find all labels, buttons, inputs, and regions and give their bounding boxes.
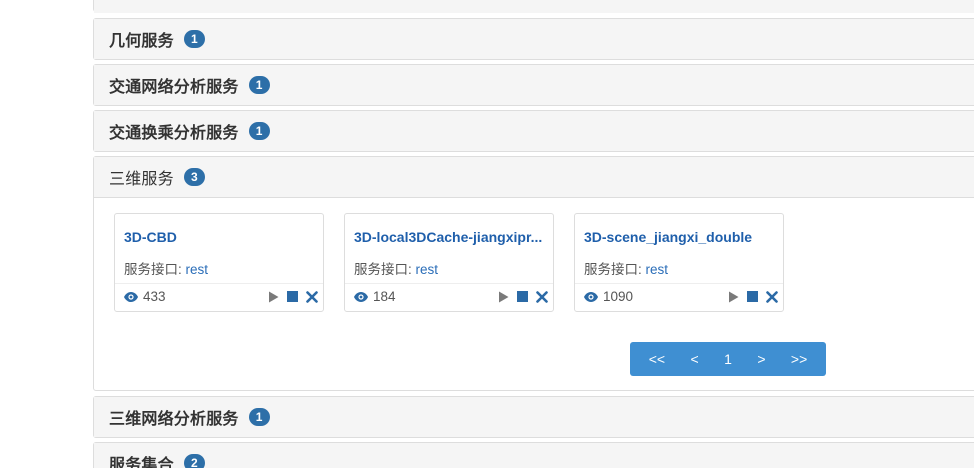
view-count-value: 433 xyxy=(143,289,166,304)
close-icon[interactable] xyxy=(305,290,318,303)
view-count: 184 xyxy=(354,289,396,304)
panel-title: 交通换乘分析服务 xyxy=(109,125,239,142)
card-footer: 1090 xyxy=(575,283,783,312)
panel-title: 三维网络分析服务 xyxy=(109,411,239,428)
panel-traffic-network: 交通网络分析服务 1 xyxy=(93,64,974,106)
panel-heading-service-collection[interactable]: 服务集合 2 xyxy=(94,443,974,468)
panel-top-partial xyxy=(93,0,974,13)
panel-service-collection: 服务集合 2 xyxy=(93,442,974,468)
card-footer: 184 xyxy=(345,283,553,312)
interface-link[interactable]: rest xyxy=(186,262,209,277)
panel-heading-traffic-network[interactable]: 交通网络分析服务 1 xyxy=(94,65,974,105)
card-actions xyxy=(497,290,548,303)
view-count-value: 184 xyxy=(373,289,396,304)
service-name-link[interactable]: 3D-CBD xyxy=(124,229,314,245)
service-card: 3D-CBD 服务接口: rest 433 xyxy=(114,213,324,312)
card-footer: 433 xyxy=(115,283,323,312)
panel-geometry: 几何服务 1 xyxy=(93,18,974,60)
stop-icon[interactable] xyxy=(286,290,299,303)
service-interface: 服务接口: rest xyxy=(584,258,668,278)
panel-title: 服务集合 xyxy=(109,457,174,468)
stop-icon[interactable] xyxy=(746,290,759,303)
panel-3d-network: 三维网络分析服务 1 xyxy=(93,396,974,438)
eye-icon xyxy=(354,291,368,302)
service-name-link[interactable]: 3D-scene_jiangxi_double xyxy=(584,229,774,245)
panel-title: 几何服务 xyxy=(109,33,174,50)
close-icon[interactable] xyxy=(765,290,778,303)
interface-label: 服务接口: xyxy=(584,262,642,277)
service-name-link[interactable]: 3D-local3DCache-jiangxipr... xyxy=(354,229,544,245)
eye-icon xyxy=(124,291,138,302)
close-icon[interactable] xyxy=(535,290,548,303)
play-icon[interactable] xyxy=(497,290,510,303)
page-first-button[interactable]: << xyxy=(644,349,670,369)
eye-icon xyxy=(584,291,598,302)
play-icon[interactable] xyxy=(267,290,280,303)
card-actions xyxy=(727,290,778,303)
interface-label: 服务接口: xyxy=(354,262,412,277)
service-card: 3D-scene_jiangxi_double 服务接口: rest 1090 xyxy=(574,213,784,312)
page-last-button[interactable]: >> xyxy=(786,349,812,369)
panel-body-3d: 3D-CBD 服务接口: rest 433 3D-local3DCache-ji… xyxy=(94,197,974,390)
stop-icon[interactable] xyxy=(516,290,529,303)
page-current[interactable]: 1 xyxy=(719,349,737,369)
panel-heading-3d-network[interactable]: 三维网络分析服务 1 xyxy=(94,397,974,437)
count-badge: 2 xyxy=(183,454,205,468)
panel-3d-services: 三维服务 3 3D-CBD 服务接口: rest 433 3D-local3DC… xyxy=(93,156,974,391)
panel-heading-traffic-transfer[interactable]: 交通换乘分析服务 1 xyxy=(94,111,974,151)
interface-label: 服务接口: xyxy=(124,262,182,277)
count-badge: 1 xyxy=(183,30,205,48)
count-badge: 1 xyxy=(248,408,270,426)
view-count: 1090 xyxy=(584,289,633,304)
count-badge: 1 xyxy=(248,122,270,140)
panel-title: 交通网络分析服务 xyxy=(109,79,239,96)
service-interface: 服务接口: rest xyxy=(354,258,438,278)
service-interface: 服务接口: rest xyxy=(124,258,208,278)
view-count: 433 xyxy=(124,289,166,304)
card-actions xyxy=(267,290,318,303)
interface-link[interactable]: rest xyxy=(646,262,669,277)
count-badge: 1 xyxy=(248,76,270,94)
panel-heading-3d[interactable]: 三维服务 3 xyxy=(94,157,974,197)
play-icon[interactable] xyxy=(727,290,740,303)
panel-heading[interactable] xyxy=(94,0,974,13)
panel-title: 三维服务 xyxy=(109,171,174,188)
service-card: 3D-local3DCache-jiangxipr... 服务接口: rest … xyxy=(344,213,554,312)
interface-link[interactable]: rest xyxy=(416,262,439,277)
panel-traffic-transfer: 交通换乘分析服务 1 xyxy=(93,110,974,152)
count-badge: 3 xyxy=(183,168,205,186)
pagination: << < 1 > >> xyxy=(630,342,826,376)
view-count-value: 1090 xyxy=(603,289,634,304)
panel-heading-geometry[interactable]: 几何服务 1 xyxy=(94,19,974,59)
page-prev-button[interactable]: < xyxy=(685,349,703,369)
page-next-button[interactable]: > xyxy=(752,349,770,369)
